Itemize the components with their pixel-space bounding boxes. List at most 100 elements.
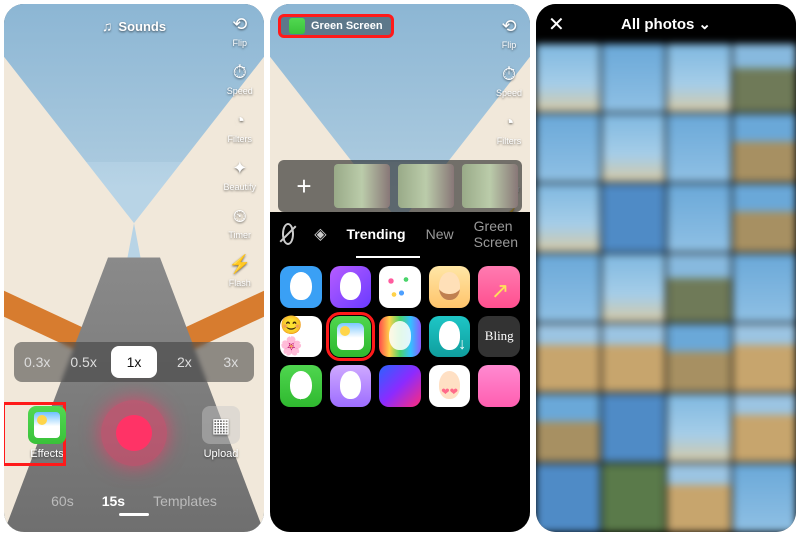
- photo-thumb[interactable]: [667, 114, 731, 182]
- photo-thumb[interactable]: [536, 324, 600, 392]
- tool-flash[interactable]: ⚡Flash: [223, 252, 256, 288]
- photo-thumb[interactable]: [667, 324, 731, 392]
- photo-thumb[interactable]: [536, 184, 600, 252]
- music-note-icon: ♫: [102, 18, 113, 34]
- effect-emoji-flower[interactable]: [280, 316, 322, 358]
- effect-face-warm[interactable]: [429, 266, 471, 308]
- photo-thumb[interactable]: [536, 394, 600, 462]
- effect-cheeks-hearts[interactable]: [429, 365, 471, 407]
- effect-lavender-silhouette[interactable]: [330, 365, 372, 407]
- speed-icon: ⏱: [497, 62, 521, 86]
- photo-thumb[interactable]: [667, 464, 731, 532]
- effect-abstract-blue[interactable]: [379, 365, 421, 407]
- tool-flip[interactable]: ⟲Flip: [496, 14, 522, 50]
- capture-row: Effects ▦ Upload: [4, 394, 264, 472]
- effect-rainbow-silhouette[interactable]: [379, 316, 421, 358]
- photo-thumb[interactable]: [733, 44, 797, 112]
- photo-thumb[interactable]: [602, 324, 666, 392]
- mode-row: 60s 15s Templates: [4, 484, 264, 518]
- photo-thumb[interactable]: [733, 464, 797, 532]
- photo-thumb[interactable]: [602, 114, 666, 182]
- tab-greenscreen[interactable]: Green Screen: [474, 218, 518, 250]
- tool-filters[interactable]: ◔Filters: [223, 108, 256, 144]
- photo-thumb[interactable]: [667, 44, 731, 112]
- mode-15s[interactable]: 15s: [102, 493, 125, 509]
- mode-indicator: [119, 513, 149, 516]
- speed-0.5x[interactable]: 0.5x: [60, 342, 106, 382]
- photo-thumb[interactable]: [733, 394, 797, 462]
- active-effect-chip[interactable]: Green Screen: [278, 14, 394, 38]
- filters-icon: ◔: [228, 108, 252, 132]
- photo-thumb[interactable]: [602, 184, 666, 252]
- flash-icon: ⚡: [228, 252, 252, 276]
- tool-filters[interactable]: ◔Filters: [496, 110, 522, 146]
- effects-icon: [28, 406, 66, 444]
- mode-60s[interactable]: 60s: [51, 493, 74, 509]
- record-button[interactable]: [101, 400, 167, 466]
- tool-flip[interactable]: ⟲Flip: [223, 12, 256, 48]
- photo-thumb[interactable]: [733, 254, 797, 322]
- add-background-button[interactable]: +: [282, 164, 326, 208]
- speed-3x[interactable]: 3x: [208, 342, 254, 382]
- no-effect-button[interactable]: [282, 223, 294, 245]
- effects-label: Effects: [30, 448, 63, 460]
- save-effect-button[interactable]: ◈: [314, 223, 326, 245]
- photo-thumb[interactable]: [536, 464, 600, 532]
- bg-thumb[interactable]: [398, 164, 454, 208]
- speed-selector: 0.3x 0.5x 1x 2x 3x: [14, 342, 254, 382]
- panel-camera: ♫ Sounds ⟲Flip ⏱Speed ◔Filters ✦Beautify…: [4, 4, 264, 532]
- flip-icon: ⟲: [228, 12, 252, 36]
- tool-timer[interactable]: ⏲Timer: [223, 204, 256, 240]
- photo-thumb[interactable]: [536, 44, 600, 112]
- photo-thumb[interactable]: [536, 114, 600, 182]
- tool-speed[interactable]: ⏱Speed: [496, 62, 522, 98]
- photo-thumb[interactable]: [733, 324, 797, 392]
- effects-button[interactable]: Effects: [28, 406, 66, 460]
- background-carousel: +: [278, 160, 522, 212]
- sounds-button[interactable]: ♫ Sounds: [102, 18, 166, 34]
- upload-button[interactable]: ▦ Upload: [202, 406, 240, 460]
- effect-teal-download[interactable]: [429, 316, 471, 358]
- close-button[interactable]: ✕: [548, 12, 565, 37]
- photo-thumb[interactable]: [667, 184, 731, 252]
- photo-thumb[interactable]: [536, 254, 600, 322]
- effects-grid: Bling: [270, 258, 530, 415]
- tool-speed[interactable]: ⏱Speed: [223, 60, 256, 96]
- effect-pink-blank[interactable]: [478, 365, 520, 407]
- filters-icon: ◔: [497, 110, 521, 134]
- photo-thumb[interactable]: [667, 394, 731, 462]
- photo-grid[interactable]: [536, 44, 796, 532]
- tab-new[interactable]: New: [426, 226, 454, 242]
- timer-icon: ⏲: [228, 204, 252, 228]
- photo-thumb[interactable]: [733, 184, 797, 252]
- photo-thumb[interactable]: [602, 44, 666, 112]
- photo-thumb[interactable]: [667, 254, 731, 322]
- effect-bling[interactable]: Bling: [478, 316, 520, 358]
- effect-cupid-arrow[interactable]: [478, 266, 520, 308]
- effect-purple-silhouette[interactable]: [330, 266, 372, 308]
- sounds-label: Sounds: [118, 19, 166, 34]
- effect-green-download[interactable]: [280, 365, 322, 407]
- tab-trending[interactable]: Trending: [347, 226, 406, 242]
- active-effect-label: Green Screen: [311, 20, 383, 32]
- speed-2x[interactable]: 2x: [161, 342, 207, 382]
- tool-beautify[interactable]: ✦Beautify: [223, 156, 256, 192]
- panel-effects-tray: Green Screen ⟲Flip ⏱Speed ◔Filters ⏲Time…: [270, 4, 530, 532]
- effects-tabs-row: ◈ Trending New Green Screen: [270, 212, 530, 256]
- photo-thumb[interactable]: [602, 464, 666, 532]
- bg-thumb[interactable]: [462, 164, 518, 208]
- speed-1x[interactable]: 1x: [111, 346, 157, 378]
- gallery-title-dropdown[interactable]: All photos ⌄: [621, 15, 711, 33]
- photo-thumb[interactable]: [733, 114, 797, 182]
- speed-0.3x[interactable]: 0.3x: [14, 342, 60, 382]
- photo-thumb[interactable]: [602, 254, 666, 322]
- gallery-header: ✕ All photos ⌄: [536, 4, 796, 44]
- gallery-title-label: All photos: [621, 16, 694, 33]
- effect-blue-silhouette[interactable]: [280, 266, 322, 308]
- effect-green-screen[interactable]: [330, 316, 372, 358]
- bg-thumb[interactable]: [334, 164, 390, 208]
- chevron-down-icon: ⌄: [698, 15, 711, 33]
- effect-confetti[interactable]: [379, 266, 421, 308]
- mode-templates[interactable]: Templates: [153, 493, 217, 509]
- photo-thumb[interactable]: [602, 394, 666, 462]
